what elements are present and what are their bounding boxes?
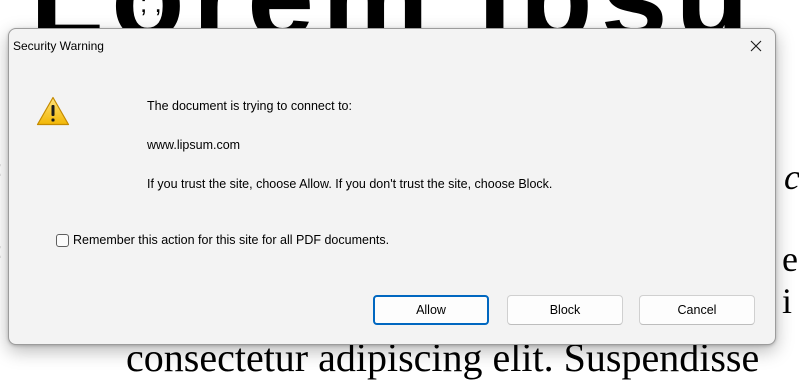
warning-icon [36, 96, 70, 126]
background-right-text-1: c [784, 157, 799, 197]
remember-label: Remember this action for this site for a… [73, 233, 390, 247]
background-left-text-1: : [0, 156, 2, 182]
dialog-message: The document is trying to connect to: [147, 99, 352, 113]
background-right-text-2: e i [782, 239, 798, 321]
dialog-titlebar[interactable]: Security Warning [9, 29, 775, 63]
dialog-instructions: If you trust the site, choose Allow. If … [147, 177, 553, 191]
remember-action-option[interactable]: Remember this action for this site for a… [56, 233, 389, 247]
cancel-button[interactable]: Cancel [639, 295, 755, 325]
dialog-title: Security Warning [13, 39, 104, 53]
allow-button[interactable]: Allow [373, 295, 489, 325]
security-warning-dialog: Security Warning The document is trying … [8, 28, 776, 345]
block-button[interactable]: Block [507, 295, 623, 325]
remember-checkbox[interactable] [56, 233, 69, 247]
pdf-viewer-page: Lorem Ipsu ; , : : c e i consectetur adi… [0, 0, 799, 383]
background-left-text-2: : [0, 238, 2, 264]
background-top-text: ; , [140, 0, 162, 18]
close-icon [750, 40, 762, 52]
site-url: www.lipsum.com [147, 138, 241, 152]
close-button[interactable] [741, 33, 771, 59]
